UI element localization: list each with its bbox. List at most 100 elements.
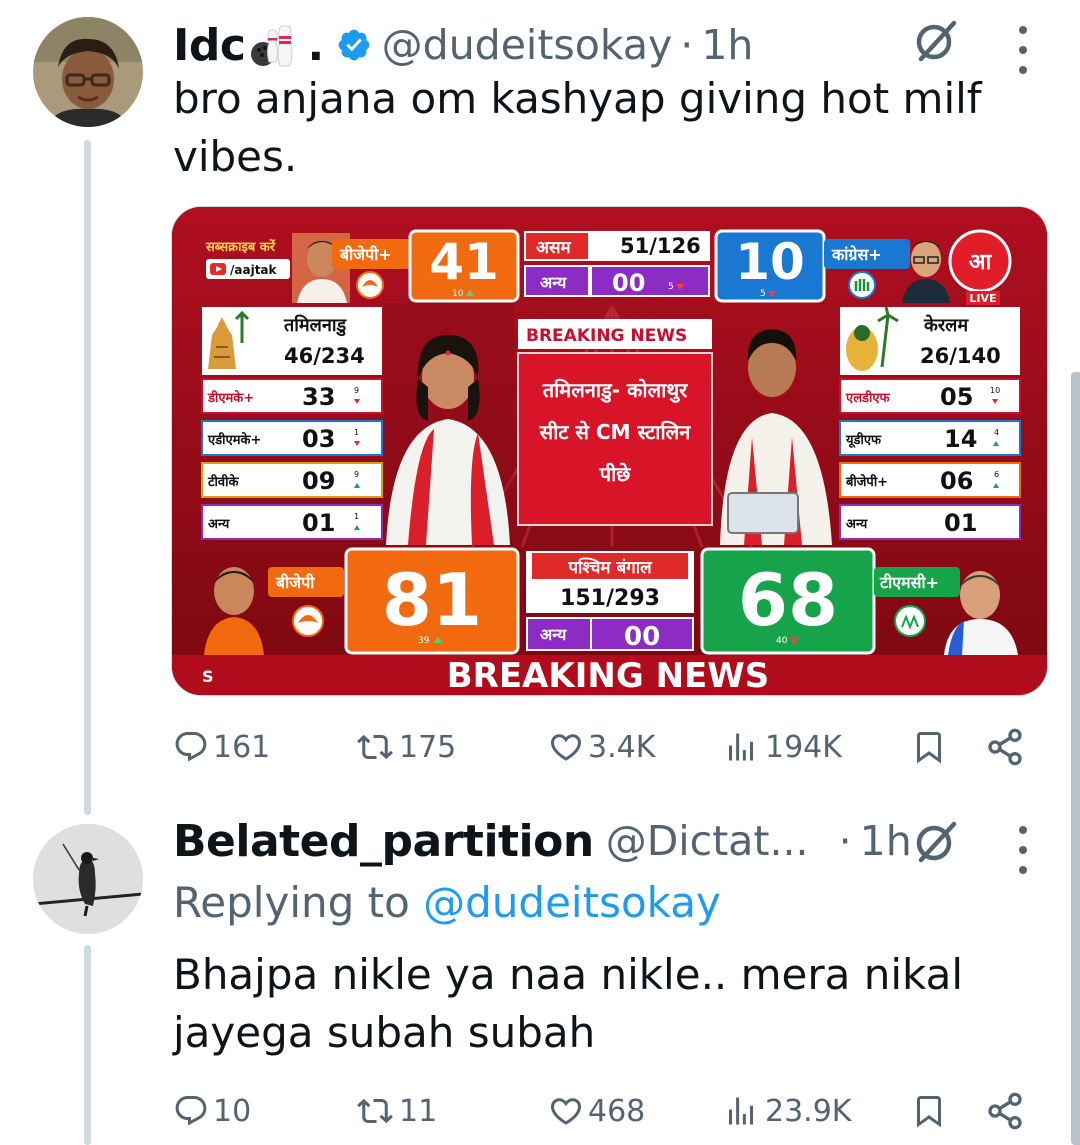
timestamp[interactable]: 1h <box>860 817 912 865</box>
bengal-bjp-change: 39 <box>418 636 430 646</box>
heart-icon <box>550 734 582 761</box>
svg-text:1: 1 <box>354 512 359 521</box>
tweet-text-line: vibes. <box>173 132 298 181</box>
tweet-media-image[interactable]: सब्सक्राइब करें /aajtak बीजेपी+ 41 10 अस… <box>171 206 1048 696</box>
svg-text:4: 4 <box>994 428 999 437</box>
views-button[interactable]: 23.9K <box>721 1086 851 1136</box>
share-button[interactable] <box>985 1086 1025 1136</box>
tmc-flower-icon <box>894 605 926 637</box>
breaking-news-tag: BREAKING NEWS <box>526 326 687 346</box>
bookmark-icon <box>917 732 941 764</box>
share-icon <box>988 1092 1022 1130</box>
congress-hand-icon <box>848 271 876 299</box>
timestamp[interactable]: 1h <box>701 21 753 69</box>
tn-row: टीवीके 09 9 <box>201 462 383 498</box>
tweet-text-line: bro anjana om kashyap giving hot milf <box>173 74 982 123</box>
subscribe-label: सब्सक्राइब करें <box>205 239 276 255</box>
channel-handle: /aajtak <box>230 263 278 277</box>
like-count: 3.4K <box>588 729 656 765</box>
svg-text:09: 09 <box>302 467 335 495</box>
tweet-actions: 161 175 3.4K 194K <box>173 722 1033 772</box>
assam-others-label: अन्य <box>540 273 567 292</box>
reply-count: 10 <box>213 1093 252 1129</box>
tweet-text-line: jayega subah subah <box>173 1008 596 1057</box>
views-button[interactable]: 194K <box>721 722 842 772</box>
grok-icon[interactable] <box>914 19 958 63</box>
repost-button[interactable]: 11 <box>355 1086 437 1136</box>
svg-text:6: 6 <box>994 470 999 479</box>
svg-text:1: 1 <box>354 428 359 437</box>
more-options-icon[interactable] <box>1016 826 1030 874</box>
svg-text:टीवीके: टीवीके <box>207 474 240 490</box>
display-name[interactable]: Belated_partition <box>173 816 594 867</box>
share-button[interactable] <box>985 722 1025 772</box>
bowling-emoji-icon <box>247 22 301 68</box>
reply-count: 161 <box>213 729 271 765</box>
svg-text:14: 14 <box>944 425 977 453</box>
assam-congress-label: कांग्रेस+ <box>831 245 882 264</box>
views-icon <box>729 1097 753 1125</box>
handle[interactable]: @Dictat... <box>606 817 809 865</box>
like-button[interactable]: 468 <box>548 1086 645 1136</box>
replying-to: Replying to @dudeitsokay <box>173 878 721 927</box>
bengal-state-name: पश्चिम बंगाल <box>567 557 653 578</box>
display-name[interactable]: Idc <box>173 20 246 71</box>
svg-text:33: 33 <box>302 383 335 411</box>
views-count: 23.9K <box>765 1093 852 1129</box>
assam-bjp-label: बीजेपी+ <box>339 245 392 264</box>
bengal-state-count: 151/293 <box>560 586 660 611</box>
tweet-header: Belated_partition @Dictat... · 1h <box>173 812 912 870</box>
grok-icon[interactable] <box>914 820 958 864</box>
svg-text:डीएमके+: डीएमके+ <box>207 390 254 406</box>
kerala-row: अन्य 01 <box>839 504 1021 540</box>
svg-text:अन्य: अन्य <box>846 517 868 532</box>
heart-icon <box>550 1098 582 1125</box>
bookmark-button[interactable] <box>911 722 947 772</box>
assam-congress-change: 5 <box>760 289 766 299</box>
bengal-others-seats: 00 <box>624 622 660 652</box>
handle[interactable]: @dudeitsokay <box>382 21 673 69</box>
tweet-actions: 10 11 468 23.9K <box>173 1086 1033 1136</box>
svg-text:9: 9 <box>354 386 359 395</box>
separator-dot: · <box>838 817 852 865</box>
bookmark-button[interactable] <box>911 1086 947 1136</box>
ticker-left-text: S <box>202 667 214 686</box>
svg-text:अन्य: अन्य <box>208 517 230 532</box>
kerala-state-count: 26/140 <box>920 344 1001 368</box>
thread-line-top <box>84 140 91 815</box>
tweet-header: Idc . @dudeitsokay · 1h <box>173 16 753 74</box>
svg-text:आ: आ <box>969 250 993 275</box>
share-icon <box>988 728 1022 766</box>
repost-count: 11 <box>399 1093 438 1129</box>
replying-to-link[interactable]: @dudeitsokay <box>423 878 721 927</box>
svg-text:एडीएमके+: एडीएमके+ <box>207 432 261 448</box>
avatar[interactable] <box>33 17 143 127</box>
svg-text:यूडीएफ: यूडीएफ <box>845 432 882 448</box>
reply-button[interactable]: 161 <box>173 722 270 772</box>
svg-text:10: 10 <box>990 386 1000 395</box>
more-options-icon[interactable] <box>1016 26 1030 74</box>
reply-button[interactable]: 10 <box>173 1086 251 1136</box>
bengal-others-label: अन्य <box>540 625 567 644</box>
svg-text:01: 01 <box>302 509 335 537</box>
thread-line-bottom <box>84 945 91 1145</box>
kerala-row: बीजेपी+ 06 6 <box>839 462 1021 498</box>
svg-text:05: 05 <box>940 383 973 411</box>
avatar[interactable] <box>33 824 143 934</box>
scrollbar[interactable] <box>1071 372 1080 1145</box>
like-button[interactable]: 3.4K <box>548 722 655 772</box>
kerala-row: एलडीएफ 05 10 <box>839 378 1021 414</box>
svg-text:01: 01 <box>944 509 977 537</box>
assam-others-change: 5 <box>668 282 674 292</box>
verified-badge-icon <box>338 29 370 61</box>
svg-text:03: 03 <box>302 425 335 453</box>
anchor-woman-figure <box>384 303 514 545</box>
reply-icon <box>175 1096 207 1126</box>
separator-dot: · <box>680 21 694 69</box>
assam-bjp-seats: 41 <box>429 233 499 291</box>
headline-line: पीछे <box>599 462 632 486</box>
tn-row: अन्य 01 1 <box>201 504 383 540</box>
repost-button[interactable]: 175 <box>355 722 456 772</box>
bengal-tmc-label: टीएमसी+ <box>879 573 939 592</box>
reply-icon <box>175 732 207 762</box>
